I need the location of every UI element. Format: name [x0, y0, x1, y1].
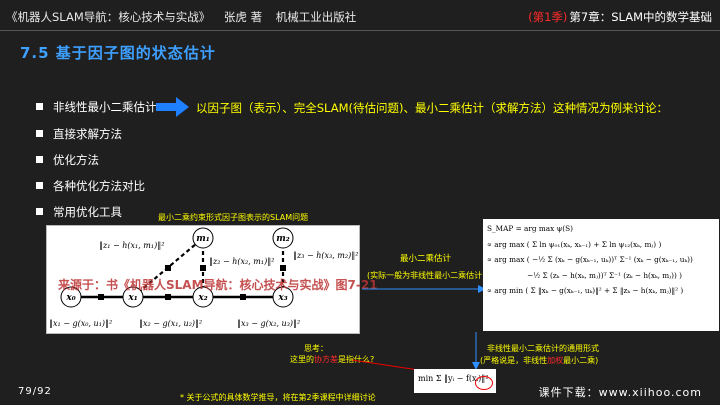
- obs-label-z1: ‖z₁ − h(x₁, m₁)‖²: [99, 241, 164, 250]
- graph-node-m1: m₁: [192, 227, 214, 249]
- graph-caption: 最小二乘约束形式因子图表示的SLAM问题: [158, 213, 309, 222]
- svg-text:x₂: x₂: [197, 293, 207, 303]
- formula-line-4: −½ Σ (zₖ − h(xₖ, mⱼ))ᵀ Σ⁻¹ (zₖ − h(xₖ, m…: [527, 270, 683, 280]
- bullet-item: 直接求解方法: [36, 126, 122, 142]
- svg-text:x₁: x₁: [127, 293, 137, 303]
- nls-label: 最小二乘估计: [400, 254, 452, 264]
- bullet-square-icon: [36, 103, 43, 110]
- chapter-label: 第7章：SLAM中的数学基础: [569, 10, 712, 24]
- obs-label-z3: ‖z₃ − h(x₃, m₂)‖²: [293, 251, 358, 260]
- odom-label-o2: ‖x₂ − g(x₁, u₂)‖²: [139, 319, 202, 328]
- header-right: (第1季) 第7章：SLAM中的数学基础: [528, 9, 712, 25]
- bullet-item: 各种优化方法对比: [36, 178, 145, 194]
- footnote: * 关于公式的具体数学推导，将在第2季课程中详细讨论: [180, 393, 376, 402]
- header-divider: [0, 30, 720, 31]
- season-label: (第1季): [528, 10, 568, 24]
- book-title: 《机器人SLAM导航：核心技术与实战》: [6, 10, 211, 24]
- section-title: 7.5 基于因子图的状态估计: [20, 44, 216, 62]
- general-form-label: 非线性最小二乘估计的通用形式: [487, 344, 599, 353]
- bullet-square-icon: [36, 156, 43, 163]
- think-title: 思考：: [304, 344, 328, 353]
- book-publisher: 机械工业出版社: [275, 10, 357, 24]
- right-arrow-icon: [156, 97, 189, 117]
- formula-line-1: S_MAP = arg max ψ(S): [487, 224, 573, 233]
- bullet-item: 优化方法: [36, 152, 99, 168]
- bullet-item: 非线性最小二乘估计: [36, 99, 157, 115]
- watermark-source: 来源于：书《机器人SLAM导航：核心技术与实战》图7-21: [58, 278, 378, 292]
- header-left: 《机器人SLAM导航：核心技术与实战》 张虎 著 机械工业出版社: [6, 9, 366, 25]
- obs-label-z2: ‖z₂ − h(x₂, m₁)‖²: [209, 257, 274, 266]
- bullet-square-icon: [36, 182, 43, 189]
- odom-label-o1: ‖x₁ − g(x₀, u₁)‖²: [49, 319, 112, 328]
- bullet-square-icon: [36, 208, 43, 215]
- formula-panel: S_MAP = arg max ψ(S) ∝ arg max ( Σ ln ψ₀…: [483, 219, 719, 331]
- formula-line-3: ∝ arg max ( −½ Σ (xₖ − g(xₖ₋₁, uₖ))ᵀ Σ⁻¹…: [487, 255, 693, 264]
- odom-label-o3: ‖x₃ − g(x₂, u₃)‖²: [237, 319, 300, 328]
- page-number: 79/92: [18, 386, 52, 397]
- formula-line-5: ∝ arg min ( Σ ‖xₖ − g(xₖ₋₁, uₖ)‖² + Σ ‖z…: [487, 286, 684, 295]
- bullet-square-icon: [36, 130, 43, 137]
- book-author: 张虎 著: [223, 10, 263, 24]
- strict-note: (严格说是，非线性加权最小二乘): [480, 356, 599, 365]
- svg-text:x₃: x₃: [277, 293, 287, 303]
- svg-text:x₀: x₀: [65, 293, 75, 303]
- bullet-item: 常用优化工具: [36, 204, 122, 220]
- svg-text:m₂: m₂: [276, 234, 290, 244]
- nls-note: (实际一般为非线性最小二乘估计): [367, 271, 486, 280]
- download-link[interactable]: 课件下载：www.xiihoo.com: [539, 384, 702, 400]
- highlight-circle: [475, 376, 493, 390]
- formula-line-2: ∝ arg max ( Σ ln ψ₀₁(xₖ, xₖ₋₁) + Σ ln ψ₁…: [487, 239, 662, 249]
- intro-text: 以因子图（表示）、完全SLAM(待估问题)、最小二乘估计（求解方法）这种情况为例…: [196, 101, 668, 115]
- graph-node-m2: m₂: [272, 227, 294, 249]
- svg-text:m₁: m₁: [196, 234, 210, 244]
- right-arrow-icon: [362, 285, 486, 293]
